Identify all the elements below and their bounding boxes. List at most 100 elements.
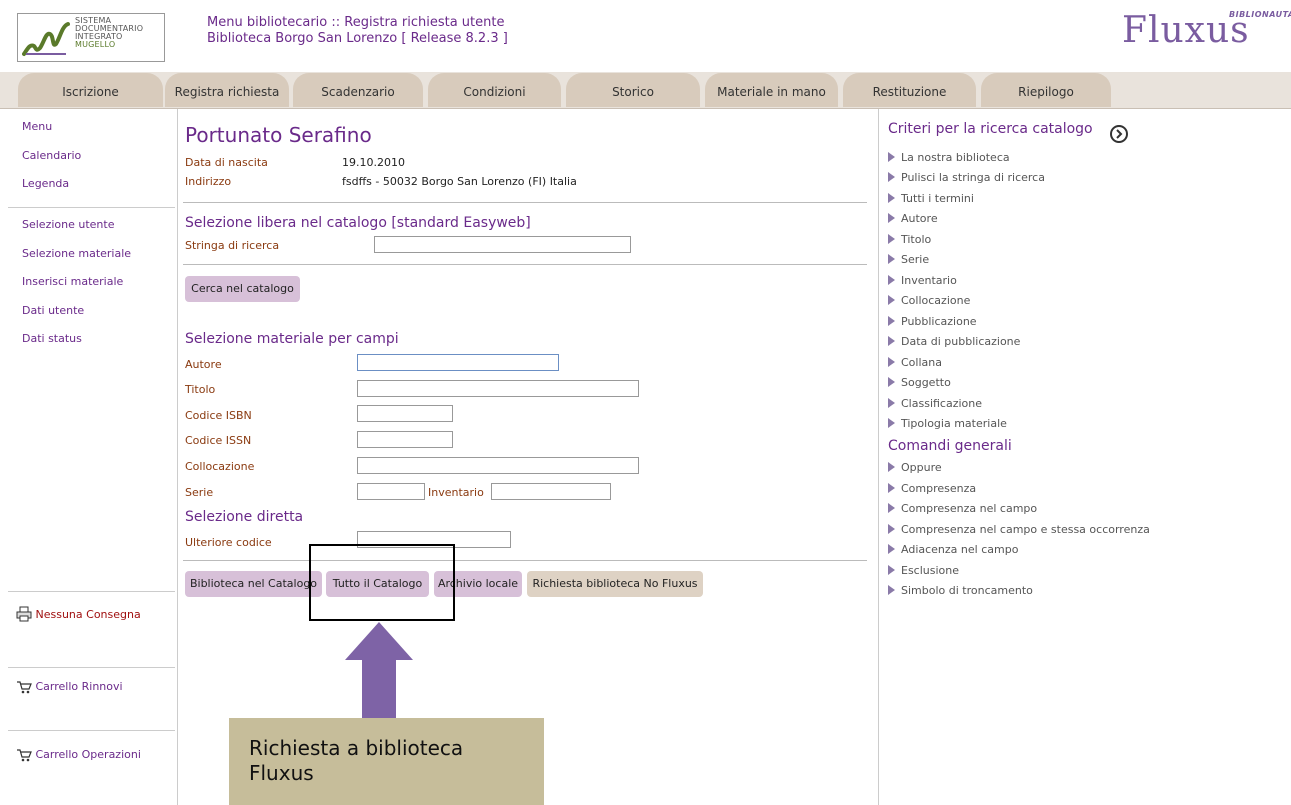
- header-subtitle: Biblioteca Borgo San Lorenzo [ Release 8…: [207, 31, 508, 46]
- tab-riepilogo[interactable]: Riepilogo: [981, 73, 1111, 107]
- birth-date-value: 19.10.2010: [342, 156, 405, 169]
- sidebar-divider: [8, 667, 175, 668]
- issn-input[interactable]: [357, 431, 453, 448]
- sidebar-divider: [8, 730, 175, 731]
- criteria-item[interactable]: Collana: [888, 356, 942, 369]
- arrow-up-icon: [345, 622, 413, 720]
- tab-bar: Iscrizione Registra richiesta Scadenzari…: [0, 72, 1291, 109]
- logo-line-4: Mugello: [75, 40, 116, 49]
- titolo-label: Titolo: [185, 383, 216, 396]
- tab-iscrizione[interactable]: Iscrizione: [18, 73, 163, 107]
- sidebar-item-calendario[interactable]: Calendario: [22, 149, 81, 162]
- free-search-title: Selezione libera nel catalogo [standard …: [185, 215, 531, 231]
- cart-icon: [17, 681, 32, 694]
- divider: [183, 202, 867, 203]
- collocazione-input[interactable]: [357, 457, 639, 474]
- carrello-rinnovi-label: Carrello Rinnovi: [35, 680, 123, 693]
- sdim-logo: Sistema Documentario Integrato Mugello: [17, 13, 165, 62]
- sidebar-item-selezione-materiale[interactable]: Selezione materiale: [22, 247, 131, 260]
- command-item[interactable]: Adiacenza nel campo: [888, 543, 1018, 556]
- sidebar-item-menu[interactable]: Menu: [22, 120, 52, 133]
- search-string-label: Stringa di ricerca: [185, 239, 280, 252]
- criteria-item[interactable]: Tutti i termini: [888, 192, 974, 205]
- chevron-right-glyph-icon: [1116, 129, 1123, 139]
- user-name: Portunato Serafino: [185, 123, 372, 147]
- criteria-item[interactable]: Soggetto: [888, 376, 951, 389]
- criteria-item[interactable]: Classificazione: [888, 397, 982, 410]
- callout-line-2: Fluxus: [249, 761, 314, 785]
- criteria-item[interactable]: Autore: [888, 212, 938, 225]
- command-item[interactable]: Simbolo di troncamento: [888, 584, 1033, 597]
- criteria-panel: Criteri per la ricerca catalogo La nostr…: [878, 109, 1291, 805]
- sidebar-item-dati-status[interactable]: Dati status: [22, 332, 82, 345]
- serie-input[interactable]: [357, 483, 425, 500]
- sidebar-item-inserisci-materiale[interactable]: Inserisci materiale: [22, 275, 123, 288]
- criteria-item[interactable]: Pulisci la stringa di ricerca: [888, 171, 1045, 184]
- sidebar-divider: [8, 591, 175, 592]
- search-string-input[interactable]: [374, 236, 631, 253]
- biblioteca-nel-catalogo-button[interactable]: Biblioteca nel Catalogo: [185, 571, 322, 597]
- criteria-item[interactable]: Pubblicazione: [888, 315, 977, 328]
- sidebar-divider: [8, 207, 175, 208]
- birth-date-label: Data di nascita: [185, 156, 268, 169]
- commands-title: Comandi generali: [888, 438, 1012, 454]
- tab-scadenzario[interactable]: Scadenzario: [293, 73, 423, 107]
- collocazione-label: Collocazione: [185, 460, 255, 473]
- command-item[interactable]: Esclusione: [888, 564, 959, 577]
- sidebar-item-dati-utente[interactable]: Dati utente: [22, 304, 84, 317]
- command-item[interactable]: Compresenza nel campo e stessa occorrenz…: [888, 523, 1150, 536]
- isbn-label: Codice ISBN: [185, 409, 252, 422]
- nessuna-consegna-label: Nessuna Consegna: [35, 608, 141, 621]
- carrello-operazioni-link[interactable]: Carrello Operazioni: [16, 748, 141, 762]
- logo-mark-icon: [22, 22, 70, 56]
- cart-icon: [17, 749, 32, 762]
- richiesta-biblioteca-no-fluxus-button[interactable]: Richiesta biblioteca No Fluxus: [527, 571, 703, 597]
- chevron-right-icon[interactable]: [1110, 125, 1128, 143]
- criteria-item[interactable]: Tipologia materiale: [888, 417, 1007, 430]
- criteria-item[interactable]: Collocazione: [888, 294, 970, 307]
- inventario-label: Inventario: [428, 486, 484, 499]
- autore-label: Autore: [185, 358, 222, 371]
- inventario-input[interactable]: [491, 483, 611, 500]
- divider: [183, 264, 867, 265]
- criteria-item[interactable]: Inventario: [888, 274, 957, 287]
- highlight-rectangle: [309, 544, 455, 621]
- criteria-item[interactable]: La nostra biblioteca: [888, 151, 1010, 164]
- address-label: Indirizzo: [185, 175, 232, 188]
- criteria-item[interactable]: Titolo: [888, 233, 931, 246]
- command-item[interactable]: Compresenza: [888, 482, 976, 495]
- callout-box: Richiesta a biblioteca Fluxus: [229, 718, 544, 805]
- tab-registra-richiesta[interactable]: Registra richiesta: [165, 73, 289, 107]
- sidebar: Menu Calendario Legenda Selezione utente…: [0, 109, 178, 805]
- carrello-operazioni-label: Carrello Operazioni: [35, 748, 141, 761]
- criteria-item[interactable]: Serie: [888, 253, 929, 266]
- header-title: Menu bibliotecario :: Registra richiesta…: [207, 15, 505, 30]
- address-value: fsdffs - 50032 Borgo San Lorenzo (FI) It…: [342, 175, 577, 188]
- criteria-item[interactable]: Data di pubblicazione: [888, 335, 1020, 348]
- ulteriore-codice-label: Ulteriore codice: [185, 536, 272, 549]
- divider: [183, 560, 867, 561]
- main-panel: Portunato Serafino Data di nascita 19.10…: [183, 109, 870, 805]
- tab-storico[interactable]: Storico: [566, 73, 700, 107]
- tab-materiale-in-mano[interactable]: Materiale in mano: [705, 73, 838, 107]
- cerca-nel-catalogo-button[interactable]: Cerca nel catalogo: [185, 276, 300, 302]
- autore-input[interactable]: [357, 354, 559, 371]
- sidebar-item-legenda[interactable]: Legenda: [22, 177, 69, 190]
- serie-label: Serie: [185, 486, 214, 499]
- isbn-input[interactable]: [357, 405, 453, 422]
- issn-label: Codice ISSN: [185, 434, 252, 447]
- printer-icon: [16, 606, 32, 622]
- direct-selection-title: Selezione diretta: [185, 509, 304, 525]
- criteria-title: Criteri per la ricerca catalogo: [888, 121, 1093, 137]
- tab-condizioni[interactable]: Condizioni: [428, 73, 561, 107]
- tab-restituzione[interactable]: Restituzione: [843, 73, 976, 107]
- carrello-rinnovi-link[interactable]: Carrello Rinnovi: [16, 680, 123, 694]
- titolo-input[interactable]: [357, 380, 639, 397]
- sidebar-item-selezione-utente[interactable]: Selezione utente: [22, 218, 114, 231]
- command-item[interactable]: Oppure: [888, 461, 942, 474]
- header: Sistema Documentario Integrato Mugello M…: [0, 0, 1291, 70]
- field-search-title: Selezione materiale per campi: [185, 331, 399, 347]
- callout-line-1: Richiesta a biblioteca: [249, 736, 464, 760]
- command-item[interactable]: Compresenza nel campo: [888, 502, 1037, 515]
- nessuna-consegna-link[interactable]: Nessuna Consegna: [16, 606, 141, 622]
